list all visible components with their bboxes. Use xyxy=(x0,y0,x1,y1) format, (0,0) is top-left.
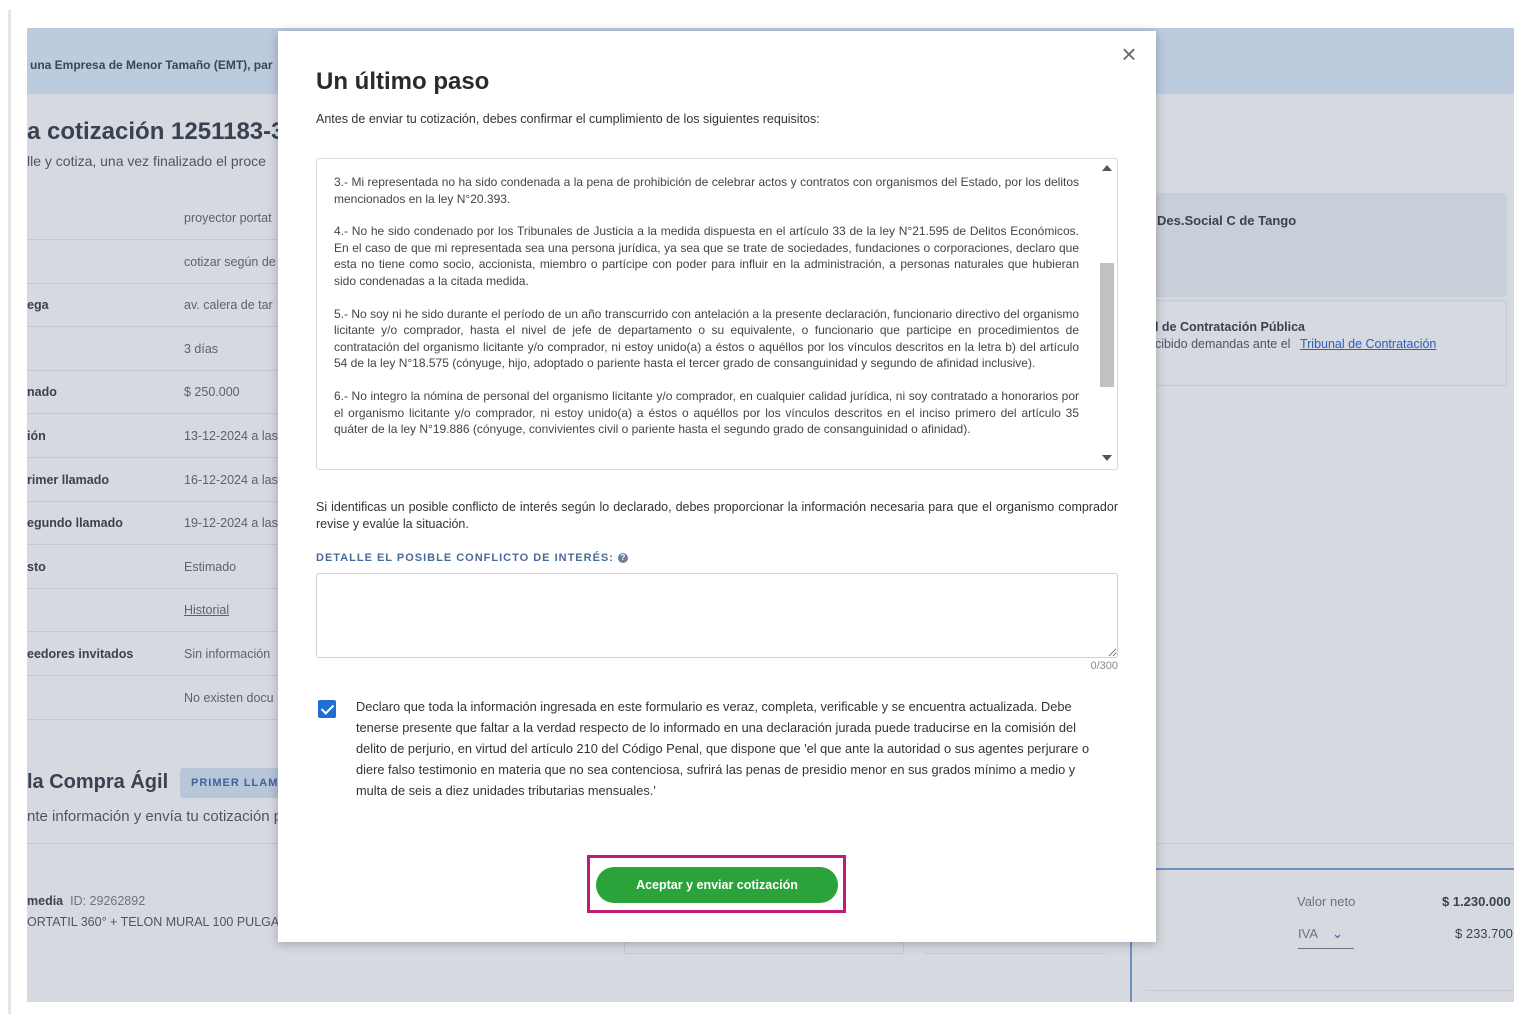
scroll-down-icon[interactable] xyxy=(1102,455,1112,461)
scrollbar-thumb[interactable] xyxy=(1100,263,1114,387)
valor-neto-value: $ 1.230.000 xyxy=(1442,894,1511,909)
item-description: ORTATIL 360° + TELON MURAL 100 PULGA xyxy=(27,915,280,929)
conflict-note: Si identificas un posible conflicto de i… xyxy=(316,500,1118,531)
declaration-checkbox[interactable] xyxy=(318,700,336,718)
buyer-name: Des.Social C de Tango xyxy=(1157,213,1297,228)
detail-row: ega av. calera de tar xyxy=(27,284,287,328)
conflict-label-text: DETALLE EL POSIBLE CONFLICTO DE INTERÉS: xyxy=(316,552,614,564)
detail-row-label: rimer llamado xyxy=(27,472,109,487)
info-icon[interactable]: ? xyxy=(617,553,628,563)
requirement-item: 4.- No he sido condenado por los Tribuna… xyxy=(334,224,1079,288)
detail-row-value: $ 250.000 xyxy=(184,385,240,400)
detail-row-label: nado xyxy=(27,385,57,400)
detail-row: ión 13-12-2024 a las xyxy=(27,415,287,458)
detail-row-label: egundo llamado xyxy=(27,516,123,531)
detail-row-value: 13-12-2024 a las xyxy=(184,429,278,443)
totals-divider xyxy=(1146,990,1514,991)
section-title: la Compra Ágil xyxy=(27,771,169,793)
accept-and-send-button[interactable]: Aceptar y enviar cotización xyxy=(596,867,838,903)
requirement-item: 5.- No soy ni he sido durante el período… xyxy=(334,306,1079,371)
detail-row-value: 3 días xyxy=(184,341,219,356)
declaration-text: Declaro que toda la información ingresad… xyxy=(356,699,1090,798)
item-heading: media ID: 29262892 xyxy=(27,894,145,908)
requirement-item: 3.- Mi representada no ha sido condenada… xyxy=(334,175,1079,206)
chevron-down-icon: ⌄ xyxy=(1332,926,1343,941)
detail-row: nado $ 250.000 xyxy=(27,371,287,415)
item-id: ID: 29262892 xyxy=(70,894,146,908)
item-name: media xyxy=(27,894,64,908)
item-quantity-field xyxy=(624,940,904,954)
item-price-field xyxy=(925,940,1105,954)
tribunal-card: al de Contratación Pública ecibido deman… xyxy=(1127,300,1507,386)
historial-link[interactable]: Historial xyxy=(184,603,229,617)
detail-row-value: No existen docu xyxy=(184,690,274,705)
iva-select: IVA ⌄ xyxy=(1298,926,1354,949)
tribunal-link: Tribunal de Contratación xyxy=(1299,337,1437,351)
char-counter: 0/300 xyxy=(1090,660,1118,672)
page-subtitle: lle y cotiza, una vez finalizado el proc… xyxy=(27,153,266,169)
detail-row-value: proyector portat xyxy=(184,211,272,225)
screenshot-edge xyxy=(8,10,11,1014)
detail-row-value: 16-12-2024 a las xyxy=(184,472,278,487)
valor-neto-label: Valor neto xyxy=(1297,894,1356,909)
iva-label: IVA xyxy=(1298,926,1318,941)
requirements-scrollbox[interactable]: 3.- Mi representada no ha sido condenada… xyxy=(316,158,1118,470)
detail-row-value: 19-12-2024 a las xyxy=(184,516,278,531)
tribunal-card-text: ecibido demandas ante el Tribunal de Con… xyxy=(1148,337,1436,351)
modal-title: Un último paso xyxy=(316,68,490,95)
emt-banner-text: una Empresa de Menor Tamaño (EMT), par xyxy=(30,58,273,72)
section-text: nte información y envía tu cotización p xyxy=(27,808,283,825)
tribunal-card-title: al de Contratación Pública xyxy=(1148,320,1305,334)
detail-row-value: Sin información xyxy=(184,647,271,661)
requirement-item: 6.- No integro la nómina de personal del… xyxy=(334,388,1079,437)
detail-row-value: av. calera de tar xyxy=(184,298,273,313)
status-badge-label: PRIMER LLAMA xyxy=(191,777,288,789)
conflict-detail-textarea[interactable] xyxy=(316,573,1118,658)
buyer-card: Des.Social C de Tango xyxy=(1127,193,1507,297)
detail-row: proyector portat xyxy=(27,197,287,240)
detail-row-label: sto xyxy=(27,559,46,574)
detail-row: egundo llamado 19-12-2024 a las xyxy=(27,502,287,546)
detail-row: Historial xyxy=(27,589,287,633)
screenshot-stage: una Empresa de Menor Tamaño (EMT), par a… xyxy=(0,0,1514,1014)
detail-row-label: ión xyxy=(27,429,46,443)
scroll-up-icon[interactable] xyxy=(1102,165,1112,171)
totals-panel: Valor neto $ 1.230.000 IVA ⌄ $ 233.700 xyxy=(1130,868,1514,1002)
modal-intro: Antes de enviar tu cotización, debes con… xyxy=(316,112,820,126)
detail-row-value: Estimado xyxy=(184,559,237,574)
detail-row: No existen docu xyxy=(27,677,287,720)
detail-row: eedores invitados Sin información xyxy=(27,633,287,676)
detail-row: rimer llamado 16-12-2024 a las xyxy=(27,459,287,502)
status-badge: PRIMER LLAMA xyxy=(180,768,290,798)
requirements-scrollbar[interactable] xyxy=(1097,159,1117,469)
tribunal-card-body: ecibido demandas ante el xyxy=(1148,337,1291,351)
iva-value: $ 233.700 xyxy=(1455,926,1513,941)
detail-row-value: cotizar según de xyxy=(184,254,276,269)
detail-row-label: eedores invitados xyxy=(27,647,134,661)
requirements-list: 3.- Mi representada no ha sido condenada… xyxy=(334,174,1079,454)
page-title: a cotización 1251183-3 xyxy=(27,118,285,145)
detail-row: sto Estimado xyxy=(27,546,287,589)
detail-row: 3 días xyxy=(27,328,287,371)
conflict-field-label: DETALLE EL POSIBLE CONFLICTO DE INTERÉS:… xyxy=(316,552,628,564)
confirmation-modal: × Un último paso Antes de enviar tu coti… xyxy=(278,31,1156,942)
detail-row-label: ega xyxy=(27,298,49,313)
detail-row: cotizar según de xyxy=(27,241,287,284)
close-icon[interactable]: × xyxy=(1118,41,1140,67)
